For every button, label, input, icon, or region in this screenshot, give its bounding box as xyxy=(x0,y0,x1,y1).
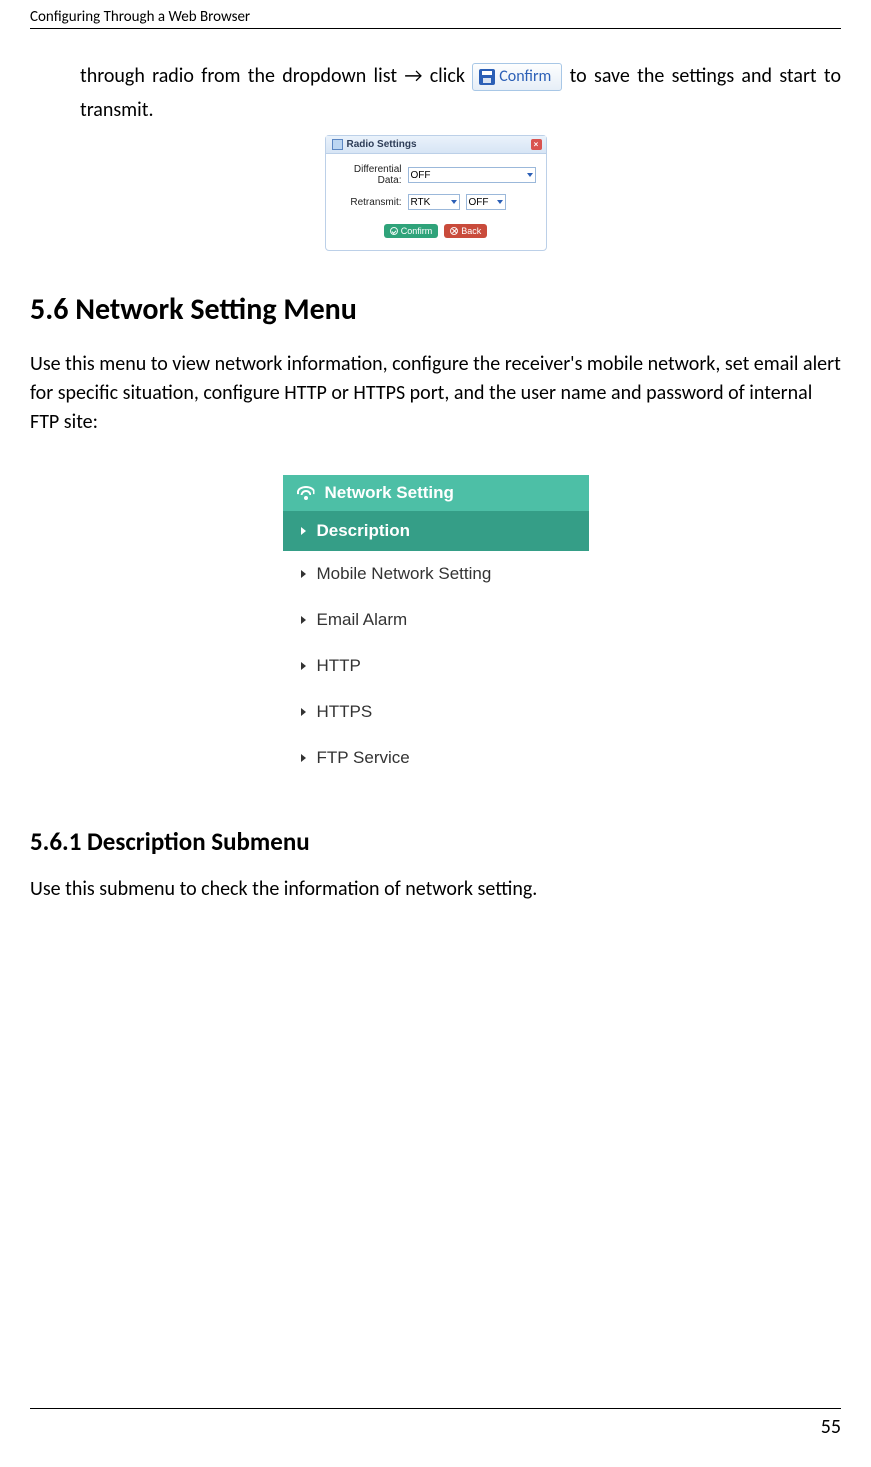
intro-paragraph: through radio from the dropdown list → c… xyxy=(80,59,841,127)
section-5-6-1-paragraph: Use this submenu to check the informatio… xyxy=(30,875,841,904)
menu-item-label: FTP Service xyxy=(317,748,410,767)
section-5-6-heading: 5.6 Network Setting Menu xyxy=(30,291,841,328)
dialog-titlebar: Radio Settings × xyxy=(326,136,546,154)
section-5-6-paragraph: Use this menu to view network informatio… xyxy=(30,350,841,437)
menu-item-http[interactable]: HTTP xyxy=(283,643,589,689)
back-button-label: Back xyxy=(461,226,481,236)
retransmit-label: Retransmit: xyxy=(336,197,408,208)
page-header: Configuring Through a Web Browser xyxy=(30,0,841,29)
cancel-icon xyxy=(450,227,458,235)
differential-data-row: Differential Data: OFF xyxy=(336,164,536,186)
retransmit-value-1: RTK xyxy=(411,197,431,208)
menu-item-label: Description xyxy=(317,521,411,540)
section-5-6-1-heading: 5.6.1 Description Submenu xyxy=(30,826,841,857)
differential-data-value: OFF xyxy=(411,170,431,181)
confirm-button-label: Confirm xyxy=(401,226,433,236)
menu-item-label: Email Alarm xyxy=(317,610,408,629)
retransmit-select-2[interactable]: OFF xyxy=(466,194,506,210)
check-icon xyxy=(390,227,398,235)
menu-item-https[interactable]: HTTPS xyxy=(283,689,589,735)
chevron-down-icon xyxy=(527,173,533,177)
header-title: Configuring Through a Web Browser xyxy=(30,8,250,26)
close-icon[interactable]: × xyxy=(531,139,542,150)
window-icon xyxy=(332,139,343,150)
confirm-inline-label: Confirm xyxy=(499,69,551,85)
menu-item-email-alarm[interactable]: Email Alarm xyxy=(283,597,589,643)
wifi-icon xyxy=(297,486,315,500)
retransmit-value-2: OFF xyxy=(469,197,489,208)
radio-settings-dialog: Radio Settings × Differential Data: OFF … xyxy=(325,135,547,251)
back-button[interactable]: Back xyxy=(444,224,487,238)
menu-item-ftp-service[interactable]: FTP Service xyxy=(283,735,589,781)
differential-data-select[interactable]: OFF xyxy=(408,167,536,183)
chevron-down-icon xyxy=(451,200,457,204)
menu-item-label: HTTP xyxy=(317,656,361,675)
footer-divider xyxy=(30,1408,841,1409)
menu-item-label: Mobile Network Setting xyxy=(317,564,492,583)
retransmit-select-1[interactable]: RTK xyxy=(408,194,460,210)
differential-data-label: Differential Data: xyxy=(336,164,408,186)
confirm-button-inline[interactable]: Confirm xyxy=(472,63,562,91)
menu-item-description[interactable]: Description xyxy=(283,511,589,551)
network-setting-header-label: Network Setting xyxy=(325,483,454,503)
network-setting-header[interactable]: Network Setting xyxy=(283,475,589,511)
save-icon xyxy=(479,69,495,85)
page-number: 55 xyxy=(821,1415,841,1439)
dialog-title: Radio Settings xyxy=(347,139,417,150)
chevron-down-icon xyxy=(497,200,503,204)
confirm-button[interactable]: Confirm xyxy=(384,224,439,238)
menu-item-mobile-network[interactable]: Mobile Network Setting xyxy=(283,551,589,597)
intro-text-before: through radio from the dropdown list → c… xyxy=(80,64,472,88)
network-setting-menu: Network Setting Description Mobile Netwo… xyxy=(283,475,589,781)
retransmit-row: Retransmit: RTK OFF xyxy=(336,194,536,210)
menu-item-label: HTTPS xyxy=(317,702,373,721)
